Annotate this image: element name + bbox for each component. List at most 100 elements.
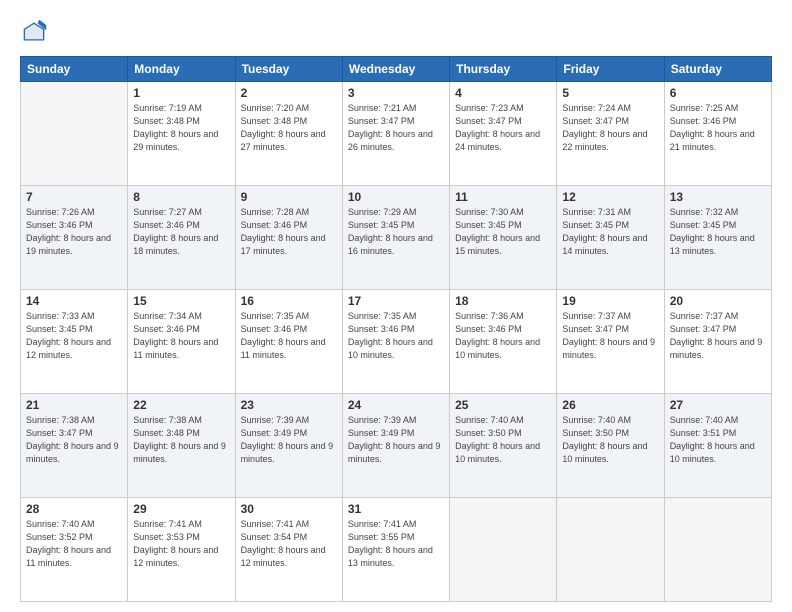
- calendar-week-row: 1 Sunrise: 7:19 AMSunset: 3:48 PMDaylight…: [21, 82, 772, 186]
- day-number: 19: [562, 294, 658, 308]
- day-number: 27: [670, 398, 766, 412]
- day-number: 20: [670, 294, 766, 308]
- calendar-cell: 19 Sunrise: 7:37 AMSunset: 3:47 PMDayligh…: [557, 290, 664, 394]
- weekday-header-friday: Friday: [557, 57, 664, 82]
- day-info: Sunrise: 7:41 AMSunset: 3:53 PMDaylight:…: [133, 518, 229, 570]
- day-number: 29: [133, 502, 229, 516]
- calendar-cell: 22 Sunrise: 7:38 AMSunset: 3:48 PMDayligh…: [128, 394, 235, 498]
- day-number: 26: [562, 398, 658, 412]
- calendar-cell: 24 Sunrise: 7:39 AMSunset: 3:49 PMDayligh…: [342, 394, 449, 498]
- day-info: Sunrise: 7:37 AMSunset: 3:47 PMDaylight:…: [670, 310, 766, 362]
- day-info: Sunrise: 7:33 AMSunset: 3:45 PMDaylight:…: [26, 310, 122, 362]
- day-number: 13: [670, 190, 766, 204]
- day-number: 1: [133, 86, 229, 100]
- calendar-cell: 20 Sunrise: 7:37 AMSunset: 3:47 PMDayligh…: [664, 290, 771, 394]
- day-info: Sunrise: 7:38 AMSunset: 3:48 PMDaylight:…: [133, 414, 229, 466]
- calendar-cell: [450, 498, 557, 602]
- calendar-cell: 18Sunrise: 7:36 AMSunset: 3:46 PMDayligh…: [450, 290, 557, 394]
- day-info: Sunrise: 7:37 AMSunset: 3:47 PMDaylight:…: [562, 310, 658, 362]
- weekday-header-sunday: Sunday: [21, 57, 128, 82]
- day-info: Sunrise: 7:21 AMSunset: 3:47 PMDaylight:…: [348, 102, 444, 154]
- day-info: Sunrise: 7:40 AMSunset: 3:50 PMDaylight:…: [455, 414, 551, 466]
- day-info: Sunrise: 7:34 AMSunset: 3:46 PMDaylight:…: [133, 310, 229, 362]
- calendar-cell: 16Sunrise: 7:35 AMSunset: 3:46 PMDayligh…: [235, 290, 342, 394]
- day-info: Sunrise: 7:25 AMSunset: 3:46 PMDaylight:…: [670, 102, 766, 154]
- day-number: 17: [348, 294, 444, 308]
- weekday-header-row: SundayMondayTuesdayWednesdayThursdayFrid…: [21, 57, 772, 82]
- calendar-week-row: 7 Sunrise: 7:26 AMSunset: 3:46 PMDaylight…: [21, 186, 772, 290]
- day-info: Sunrise: 7:19 AMSunset: 3:48 PMDaylight:…: [133, 102, 229, 154]
- header: [20, 18, 772, 46]
- calendar-cell: 13 Sunrise: 7:32 AMSunset: 3:45 PMDayligh…: [664, 186, 771, 290]
- day-info: Sunrise: 7:23 AMSunset: 3:47 PMDaylight:…: [455, 102, 551, 154]
- calendar-cell: 15 Sunrise: 7:34 AMSunset: 3:46 PMDayligh…: [128, 290, 235, 394]
- day-number: 9: [241, 190, 337, 204]
- day-number: 18: [455, 294, 551, 308]
- calendar-cell: 27Sunrise: 7:40 AMSunset: 3:51 PMDayligh…: [664, 394, 771, 498]
- day-info: Sunrise: 7:31 AMSunset: 3:45 PMDaylight:…: [562, 206, 658, 258]
- calendar-page: SundayMondayTuesdayWednesdayThursdayFrid…: [0, 0, 792, 612]
- day-info: Sunrise: 7:26 AMSunset: 3:46 PMDaylight:…: [26, 206, 122, 258]
- day-number: 30: [241, 502, 337, 516]
- calendar-week-row: 21Sunrise: 7:38 AMSunset: 3:47 PMDayligh…: [21, 394, 772, 498]
- day-info: Sunrise: 7:29 AMSunset: 3:45 PMDaylight:…: [348, 206, 444, 258]
- day-number: 6: [670, 86, 766, 100]
- day-number: 24: [348, 398, 444, 412]
- weekday-header-thursday: Thursday: [450, 57, 557, 82]
- day-number: 3: [348, 86, 444, 100]
- calendar-cell: 3 Sunrise: 7:21 AMSunset: 3:47 PMDaylight…: [342, 82, 449, 186]
- weekday-header-saturday: Saturday: [664, 57, 771, 82]
- logo: [20, 18, 52, 46]
- day-info: Sunrise: 7:35 AMSunset: 3:46 PMDaylight:…: [241, 310, 337, 362]
- calendar-cell: 31 Sunrise: 7:41 AMSunset: 3:55 PMDayligh…: [342, 498, 449, 602]
- day-info: Sunrise: 7:24 AMSunset: 3:47 PMDaylight:…: [562, 102, 658, 154]
- calendar-cell: 14 Sunrise: 7:33 AMSunset: 3:45 PMDayligh…: [21, 290, 128, 394]
- day-number: 4: [455, 86, 551, 100]
- day-info: Sunrise: 7:27 AMSunset: 3:46 PMDaylight:…: [133, 206, 229, 258]
- calendar-cell: 2 Sunrise: 7:20 AMSunset: 3:48 PMDaylight…: [235, 82, 342, 186]
- calendar-cell: 30 Sunrise: 7:41 AMSunset: 3:54 PMDayligh…: [235, 498, 342, 602]
- calendar-cell: 21Sunrise: 7:38 AMSunset: 3:47 PMDayligh…: [21, 394, 128, 498]
- day-info: Sunrise: 7:28 AMSunset: 3:46 PMDaylight:…: [241, 206, 337, 258]
- calendar-cell: 6 Sunrise: 7:25 AMSunset: 3:46 PMDaylight…: [664, 82, 771, 186]
- day-number: 23: [241, 398, 337, 412]
- day-number: 7: [26, 190, 122, 204]
- calendar-cell: [557, 498, 664, 602]
- day-number: 25: [455, 398, 551, 412]
- day-number: 11: [455, 190, 551, 204]
- calendar-week-row: 14 Sunrise: 7:33 AMSunset: 3:45 PMDayligh…: [21, 290, 772, 394]
- day-info: Sunrise: 7:40 AMSunset: 3:50 PMDaylight:…: [562, 414, 658, 466]
- day-number: 10: [348, 190, 444, 204]
- day-info: Sunrise: 7:30 AMSunset: 3:45 PMDaylight:…: [455, 206, 551, 258]
- calendar-cell: 8Sunrise: 7:27 AMSunset: 3:46 PMDaylight…: [128, 186, 235, 290]
- calendar-cell: 26 Sunrise: 7:40 AMSunset: 3:50 PMDayligh…: [557, 394, 664, 498]
- day-info: Sunrise: 7:40 AMSunset: 3:52 PMDaylight:…: [26, 518, 122, 570]
- calendar-cell: [21, 82, 128, 186]
- day-number: 14: [26, 294, 122, 308]
- day-info: Sunrise: 7:35 AMSunset: 3:46 PMDaylight:…: [348, 310, 444, 362]
- day-info: Sunrise: 7:39 AMSunset: 3:49 PMDaylight:…: [241, 414, 337, 466]
- day-info: Sunrise: 7:20 AMSunset: 3:48 PMDaylight:…: [241, 102, 337, 154]
- day-info: Sunrise: 7:39 AMSunset: 3:49 PMDaylight:…: [348, 414, 444, 466]
- day-number: 22: [133, 398, 229, 412]
- day-info: Sunrise: 7:41 AMSunset: 3:55 PMDaylight:…: [348, 518, 444, 570]
- calendar-cell: [664, 498, 771, 602]
- calendar-cell: 4 Sunrise: 7:23 AMSunset: 3:47 PMDaylight…: [450, 82, 557, 186]
- day-info: Sunrise: 7:41 AMSunset: 3:54 PMDaylight:…: [241, 518, 337, 570]
- day-number: 31: [348, 502, 444, 516]
- weekday-header-tuesday: Tuesday: [235, 57, 342, 82]
- day-number: 5: [562, 86, 658, 100]
- calendar-cell: 5 Sunrise: 7:24 AMSunset: 3:47 PMDaylight…: [557, 82, 664, 186]
- calendar-week-row: 28Sunrise: 7:40 AMSunset: 3:52 PMDayligh…: [21, 498, 772, 602]
- calendar-cell: 11 Sunrise: 7:30 AMSunset: 3:45 PMDayligh…: [450, 186, 557, 290]
- calendar-cell: 9 Sunrise: 7:28 AMSunset: 3:46 PMDaylight…: [235, 186, 342, 290]
- day-info: Sunrise: 7:32 AMSunset: 3:45 PMDaylight:…: [670, 206, 766, 258]
- calendar-cell: 28Sunrise: 7:40 AMSunset: 3:52 PMDayligh…: [21, 498, 128, 602]
- calendar-cell: 1 Sunrise: 7:19 AMSunset: 3:48 PMDaylight…: [128, 82, 235, 186]
- calendar-cell: 29 Sunrise: 7:41 AMSunset: 3:53 PMDayligh…: [128, 498, 235, 602]
- calendar-cell: 7 Sunrise: 7:26 AMSunset: 3:46 PMDaylight…: [21, 186, 128, 290]
- calendar-cell: 10 Sunrise: 7:29 AMSunset: 3:45 PMDayligh…: [342, 186, 449, 290]
- day-number: 15: [133, 294, 229, 308]
- day-number: 12: [562, 190, 658, 204]
- day-number: 2: [241, 86, 337, 100]
